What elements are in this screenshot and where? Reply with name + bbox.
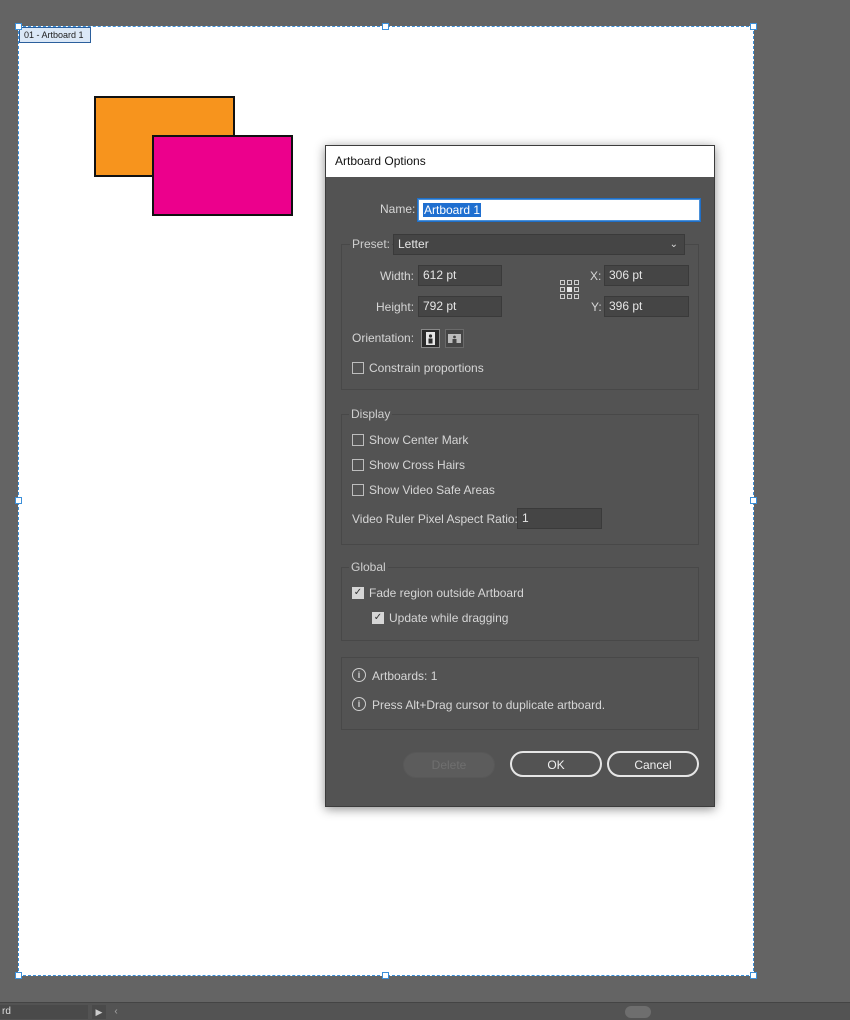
duplicate-hint: Press Alt+Drag cursor to duplicate artbo… (372, 698, 606, 712)
update-while-dragging-label[interactable]: Update while dragging (389, 611, 508, 625)
show-video-safe-areas-label[interactable]: Show Video Safe Areas (369, 483, 495, 497)
fade-region-label[interactable]: Fade region outside Artboard (369, 586, 524, 600)
portrait-icon (426, 332, 435, 345)
name-input[interactable]: Artboard 1 (417, 198, 701, 222)
preset-label: Preset: (350, 237, 393, 251)
resize-handle-top-right[interactable] (750, 23, 757, 30)
pixel-aspect-ratio-input[interactable]: 1 (517, 508, 602, 529)
status-bar: rd ▶ ‹ (0, 1002, 850, 1020)
pixel-aspect-ratio-label: Video Ruler Pixel Aspect Ratio: (352, 512, 518, 526)
show-center-mark-checkbox[interactable] (352, 434, 364, 446)
artboard-navigation-field[interactable]: rd (0, 1005, 88, 1019)
resize-handle-top[interactable] (382, 23, 389, 30)
reference-point-icon[interactable] (560, 280, 580, 300)
preset-dropdown[interactable]: Letter ⌄ (393, 234, 685, 255)
info-icon: i (352, 697, 366, 711)
info-group (341, 657, 699, 730)
artboard-label[interactable]: 01 - Artboard 1 (19, 27, 91, 43)
magenta-rectangle[interactable] (152, 135, 293, 216)
horizontal-scrollbar-thumb[interactable] (625, 1006, 651, 1018)
landscape-orientation-button[interactable] (445, 329, 464, 348)
display-group-title: Display (349, 407, 393, 421)
constrain-proportions-label[interactable]: Constrain proportions (369, 361, 484, 375)
ok-button[interactable]: OK (510, 751, 602, 777)
play-arrow-icon[interactable]: ▶ (92, 1005, 106, 1019)
resize-handle-bottom-left[interactable] (15, 972, 22, 979)
resize-handle-bottom[interactable] (382, 972, 389, 979)
y-input[interactable]: 396 pt (604, 296, 689, 317)
constrain-proportions-checkbox[interactable] (352, 362, 364, 374)
info-icon: i (352, 668, 366, 682)
width-label: Width: (380, 269, 415, 283)
show-video-safe-areas-checkbox[interactable] (352, 484, 364, 496)
resize-handle-right[interactable] (750, 497, 757, 504)
height-label: Height: (376, 300, 415, 314)
x-label: X: (590, 269, 602, 283)
resize-handle-left[interactable] (15, 497, 22, 504)
orientation-label: Orientation: (352, 331, 415, 345)
preset-value: Letter (398, 237, 429, 251)
update-while-dragging-checkbox[interactable]: ✓ (372, 612, 384, 624)
show-center-mark-label[interactable]: Show Center Mark (369, 433, 468, 447)
scroll-left-icon[interactable]: ‹ (110, 1005, 122, 1019)
portrait-orientation-button[interactable] (421, 329, 440, 348)
name-label: Name: (380, 202, 416, 216)
chevron-down-icon: ⌄ (669, 239, 678, 250)
y-label: Y: (591, 300, 602, 314)
name-input-value: Artboard 1 (423, 203, 482, 217)
dialog-title[interactable]: Artboard Options (326, 146, 714, 177)
global-group (341, 567, 699, 641)
fade-region-checkbox[interactable]: ✓ (352, 587, 364, 599)
artboard-options-dialog: Artboard Options Name: Artboard 1 Preset… (325, 145, 715, 807)
cancel-button[interactable]: Cancel (607, 751, 699, 777)
height-input[interactable]: 792 pt (418, 296, 502, 317)
resize-handle-bottom-right[interactable] (750, 972, 757, 979)
width-input[interactable]: 612 pt (418, 265, 502, 286)
delete-button[interactable]: Delete (403, 752, 495, 778)
artboards-count: Artboards: 1 (372, 669, 438, 683)
resize-handle-top-left[interactable] (15, 23, 22, 30)
show-cross-hairs-checkbox[interactable] (352, 459, 364, 471)
global-group-title: Global (349, 560, 388, 574)
x-input[interactable]: 306 pt (604, 265, 689, 286)
landscape-icon (448, 334, 461, 343)
show-cross-hairs-label[interactable]: Show Cross Hairs (369, 458, 465, 472)
